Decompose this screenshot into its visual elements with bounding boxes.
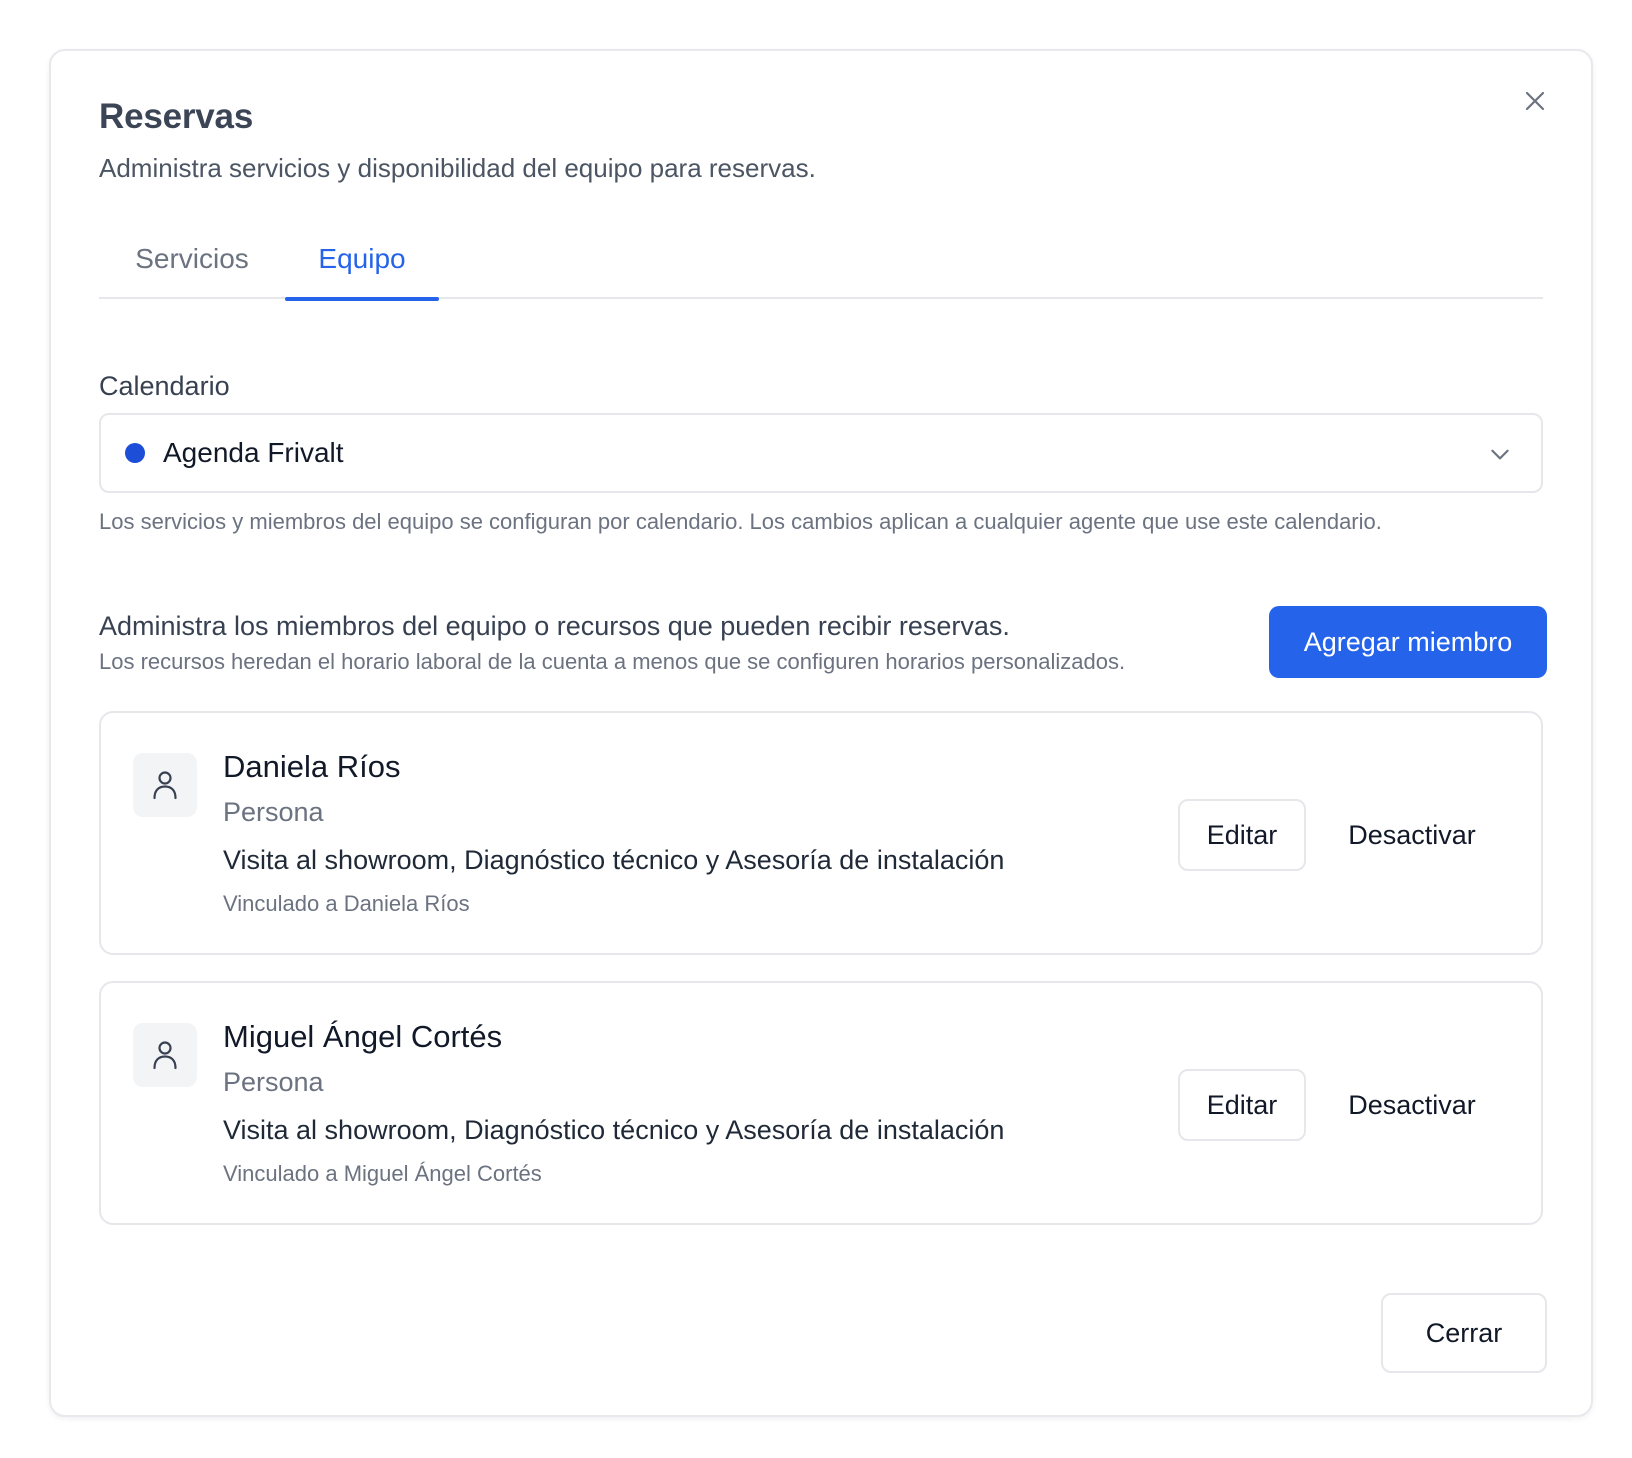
calendar-selected-value: Agenda Frivalt [163,437,344,468]
member-name: Daniela Ríos [223,749,401,784]
close-button[interactable]: Cerrar [1381,1293,1547,1373]
team-description: Administra los miembros del equipo o rec… [99,611,1010,641]
tab-servicios[interactable]: Servicios [99,241,285,299]
calendar-select[interactable]: Agenda Frivalt [99,413,1543,493]
edit-member-button[interactable]: Editar [1178,799,1306,871]
reservas-dialog: Reservas Administra servicios y disponib… [49,49,1593,1417]
team-note: Los recursos heredan el horario laboral … [99,649,1126,674]
close-dialog-button[interactable] [1515,81,1555,121]
member-type: Persona [223,797,324,827]
member-card: Daniela Ríos Persona Visita al showroom,… [99,711,1543,955]
user-icon [153,1041,177,1070]
add-member-button[interactable]: Agregar miembro [1269,606,1547,678]
avatar [133,1023,197,1087]
chevron-down-icon [1491,449,1509,460]
deactivate-member-button[interactable]: Desactivar [1329,1069,1495,1141]
edit-member-button[interactable]: Editar [1178,1069,1306,1141]
avatar [133,753,197,817]
dialog-title: Reservas [99,97,254,136]
member-linked: Vinculado a Miguel Ángel Cortés [223,1161,542,1186]
member-name: Miguel Ángel Cortés [223,1019,503,1054]
dialog-subtitle: Administra servicios y disponibilidad de… [99,153,816,183]
member-card: Miguel Ángel Cortés Persona Visita al sh… [99,981,1543,1225]
calendar-help-text: Los servicios y miembros del equipo se c… [99,509,1382,534]
member-services: Visita al showroom, Diagnóstico técnico … [223,1115,1005,1145]
tab-equipo[interactable]: Equipo [285,241,439,301]
user-icon [153,771,177,800]
deactivate-member-button[interactable]: Desactivar [1329,799,1495,871]
member-services: Visita al showroom, Diagnóstico técnico … [223,845,1005,875]
calendar-color-dot [125,443,145,463]
member-linked: Vinculado a Daniela Ríos [223,891,470,916]
member-type: Persona [223,1067,324,1097]
calendar-label: Calendario [99,371,230,401]
tab-bar: Servicios Equipo [99,241,1543,301]
close-icon [1525,91,1545,111]
